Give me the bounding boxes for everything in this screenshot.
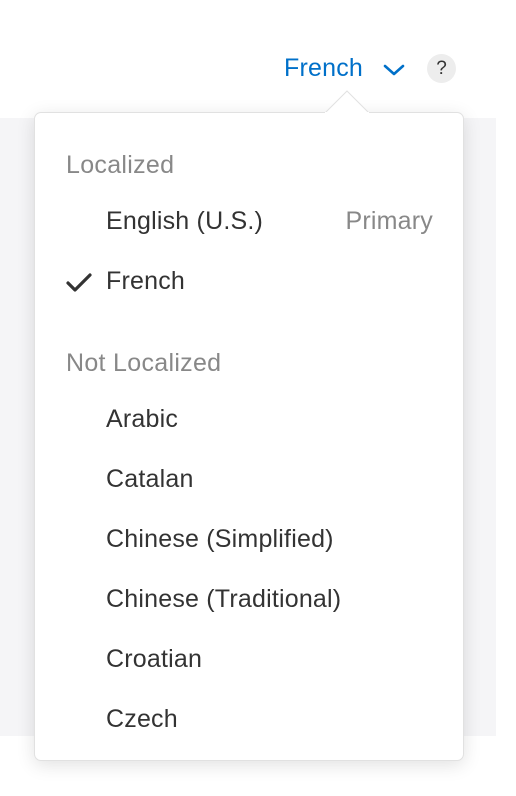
primary-badge: Primary — [345, 207, 433, 235]
section-header-localized: Localized — [66, 151, 175, 179]
help-button[interactable]: ? — [427, 54, 456, 83]
menu-item-label: French — [106, 267, 186, 295]
menu-item-label: Catalan — [106, 465, 194, 493]
menu-item-chinese-traditional[interactable]: Chinese (Traditional) — [35, 572, 463, 628]
menu-item-label: Arabic — [106, 405, 179, 433]
menu-item-chinese-simplified[interactable]: Chinese (Simplified) — [35, 512, 463, 568]
menu-item-arabic[interactable]: Arabic — [35, 392, 463, 448]
selected-language-label: French — [284, 53, 364, 82]
menu-item-catalan[interactable]: Catalan — [35, 452, 463, 508]
language-selector[interactable]: French — [284, 50, 405, 86]
popover-arrow — [325, 90, 369, 114]
menu-item-label: English (U.S.) — [106, 207, 264, 235]
menu-item-label: Chinese (Traditional) — [106, 585, 342, 613]
chevron-down-icon — [383, 64, 405, 76]
menu-item-croatian[interactable]: Croatian — [35, 632, 463, 688]
question-mark-icon: ? — [436, 57, 447, 79]
menu-item-french[interactable]: French — [35, 254, 463, 310]
menu-item-label: Chinese (Simplified) — [106, 525, 334, 553]
menu-item-label: Croatian — [106, 645, 203, 673]
checkmark-icon — [66, 273, 92, 292]
menu-item-english-us[interactable]: English (U.S.) Primary — [35, 194, 463, 250]
section-header-not-localized: Not Localized — [66, 349, 222, 377]
language-menu: Localized English (U.S.) Primary French … — [34, 112, 464, 761]
menu-item-czech[interactable]: Czech — [35, 692, 463, 748]
menu-item-label: Czech — [106, 705, 178, 733]
